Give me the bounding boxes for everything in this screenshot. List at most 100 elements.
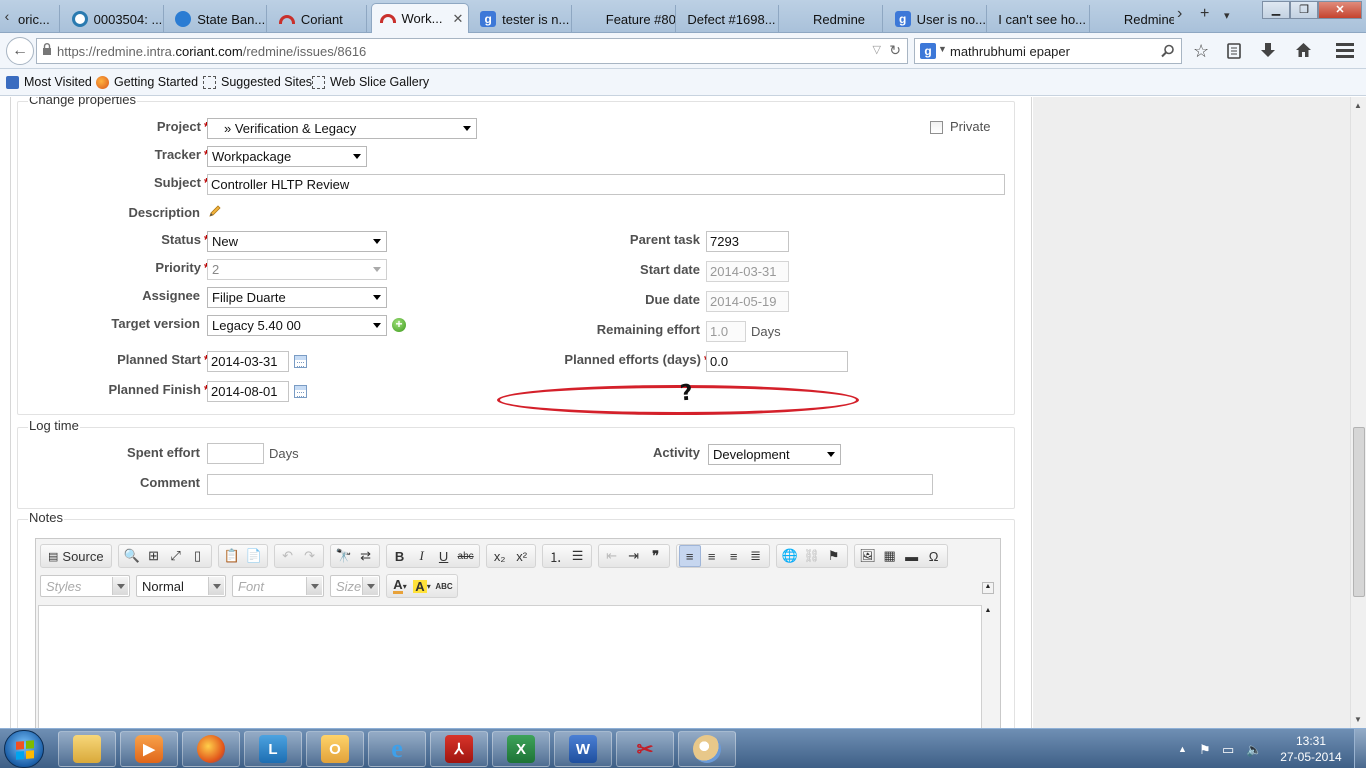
font-combo[interactable]: Font [232,575,324,597]
bookmark-suggested-sites[interactable]: Suggested Sites [203,75,312,89]
taskbar-word[interactable]: W [554,731,612,767]
planned-start-input[interactable]: 2014-03-31 [207,351,289,372]
table-icon[interactable]: ▦ [879,545,901,567]
blockquote-icon[interactable]: ❞ [645,545,667,567]
status-select[interactable]: New [207,231,387,252]
tab[interactable]: oric... [14,5,60,33]
subscript-icon[interactable]: x₂ [489,545,511,567]
url-bar[interactable]: https://redmine.intra.coriant.com/redmin… [36,38,908,64]
tracker-select[interactable]: Workpackage [207,146,367,167]
replace-icon[interactable]: ⇄ [355,545,377,567]
page-icon[interactable]: ▯ [187,545,209,567]
indent-icon[interactable]: ⇥ [623,545,645,567]
search-input[interactable]: mathrubhumi epaper [950,44,1070,59]
bookmark-most-visited[interactable]: Most Visited [6,75,92,89]
tab-scroll-left-icon[interactable]: ‹ [0,6,14,26]
calendar-icon[interactable] [294,385,307,398]
taskbar-outlook[interactable]: O [306,731,364,767]
action-center-flag-icon[interactable]: ⚑ [1199,742,1211,758]
align-center-icon[interactable]: ≡ [701,545,723,567]
link-icon[interactable]: 🌐 [779,545,801,567]
target-version-select[interactable]: Legacy 5.40 00 [207,315,387,336]
taskbar-explorer[interactable] [58,731,116,767]
private-checkbox[interactable] [930,121,943,134]
planned-finish-input[interactable]: 2014-08-01 [207,381,289,402]
planned-efforts-input[interactable]: 0.0 [706,351,848,372]
anchor-flag-icon[interactable]: ⚑ [823,545,845,567]
tab[interactable]: Redmine [783,5,883,33]
scroll-down-icon[interactable]: ▼ [1354,715,1362,724]
editor-area-scroll-up-icon[interactable]: ▲ [982,607,994,619]
back-button[interactable]: ← [6,37,34,65]
spellcheck-icon[interactable]: ABC [433,575,455,597]
downloads-icon[interactable] [1260,42,1276,59]
special-char-icon[interactable]: Ω [923,545,945,567]
template-icon[interactable]: ⊞ [143,545,165,567]
restore-icon[interactable]: ❐ [1290,1,1318,19]
italic-icon[interactable]: I [411,545,433,567]
styles-combo[interactable]: Styles [40,575,130,597]
minimize-icon[interactable]: ▁ [1262,1,1290,19]
subject-input[interactable]: Controller HLTP Review [207,174,1005,195]
taskbar-lync[interactable]: L [244,731,302,767]
taskbar-paint[interactable] [678,731,736,767]
paste-word-icon[interactable]: 📄 [243,545,265,567]
add-version-icon[interactable]: + [392,318,406,332]
parent-task-input[interactable]: 7293 [706,231,789,252]
taskbar-acrobat[interactable]: ⅄ [430,731,488,767]
justify-icon[interactable]: ≣ [745,545,767,567]
close-window-icon[interactable]: ✕ [1318,1,1362,19]
align-left-icon[interactable]: ≡ [678,545,701,567]
source-button[interactable]: ▤ Source [43,545,109,567]
redo-icon[interactable]: ↷ [299,545,321,567]
bookmark-star-icon[interactable]: ☆ [1193,41,1209,61]
comment-input[interactable] [207,474,933,495]
volume-icon[interactable]: 🔈 [1246,742,1262,758]
editor-scroll-up-icon[interactable]: ▲ [982,582,994,594]
bold-icon[interactable]: B [389,545,411,567]
tab[interactable]: Feature #8050... [576,5,676,33]
search-bar[interactable]: g ▼ mathrubhumi epaper [914,38,1182,64]
unlink-icon[interactable]: ⛓ [801,545,823,567]
search-icon[interactable] [1161,44,1175,58]
find-icon[interactable]: 🔭 [333,545,355,567]
scrollbar-thumb[interactable] [1353,427,1365,597]
menu-icon[interactable] [1336,43,1354,58]
calendar-icon[interactable] [294,355,307,368]
undo-icon[interactable]: ↶ [277,545,299,567]
tab[interactable]: State Ban... [167,5,268,33]
superscript-icon[interactable]: x² [511,545,533,567]
assignee-select[interactable]: Filipe Duarte [207,287,387,308]
search-engine-dropdown-icon[interactable]: ▼ [938,44,947,54]
url-history-icon[interactable]: ▽ [873,43,881,56]
format-combo[interactable]: Normal [136,575,226,597]
home-icon[interactable] [1295,42,1312,58]
taskbar-internet-explorer[interactable]: e [368,731,426,767]
background-color-icon[interactable]: A ▾ [411,575,433,597]
bulleted-list-icon[interactable]: ☰ [567,545,589,567]
strikethrough-icon[interactable]: abc [455,545,477,567]
text-color-icon[interactable]: A ▾ [389,575,411,597]
taskbar-excel[interactable]: X [492,731,550,767]
maximize-icon[interactable]: ⤢ [165,545,187,567]
bookmarks-menu-icon[interactable] [1226,43,1242,59]
bookmark-web-slice-gallery[interactable]: Web Slice Gallery [312,75,429,89]
reload-icon[interactable]: ↻ [889,42,901,59]
project-select[interactable]: » Verification & Legacy [207,118,477,139]
tab[interactable]: RedmineProj... [1094,5,1174,33]
spent-effort-input[interactable] [207,443,264,464]
page-scrollbar[interactable]: ▲ ▼ [1350,97,1366,728]
preview-icon[interactable]: 🔍 [121,545,143,567]
notes-editor-area[interactable] [38,605,982,728]
list-all-tabs-icon[interactable]: ▾ [1224,9,1230,22]
image-icon[interactable]: 🖼 [857,545,879,567]
network-icon[interactable]: ▭ [1222,742,1234,758]
numbered-list-icon[interactable]: ⒈ [545,545,567,567]
show-hidden-icons-icon[interactable]: ▲ [1178,744,1187,754]
taskbar-media-player[interactable]: ▶ [120,731,178,767]
edit-pencil-icon[interactable] [208,204,222,218]
system-clock[interactable]: 13:31 27-05-2014 [1276,733,1346,765]
outdent-icon[interactable]: ⇤ [601,545,623,567]
paste-text-icon[interactable]: 📋 [221,545,243,567]
horizontal-rule-icon[interactable]: ▬ [901,545,923,567]
